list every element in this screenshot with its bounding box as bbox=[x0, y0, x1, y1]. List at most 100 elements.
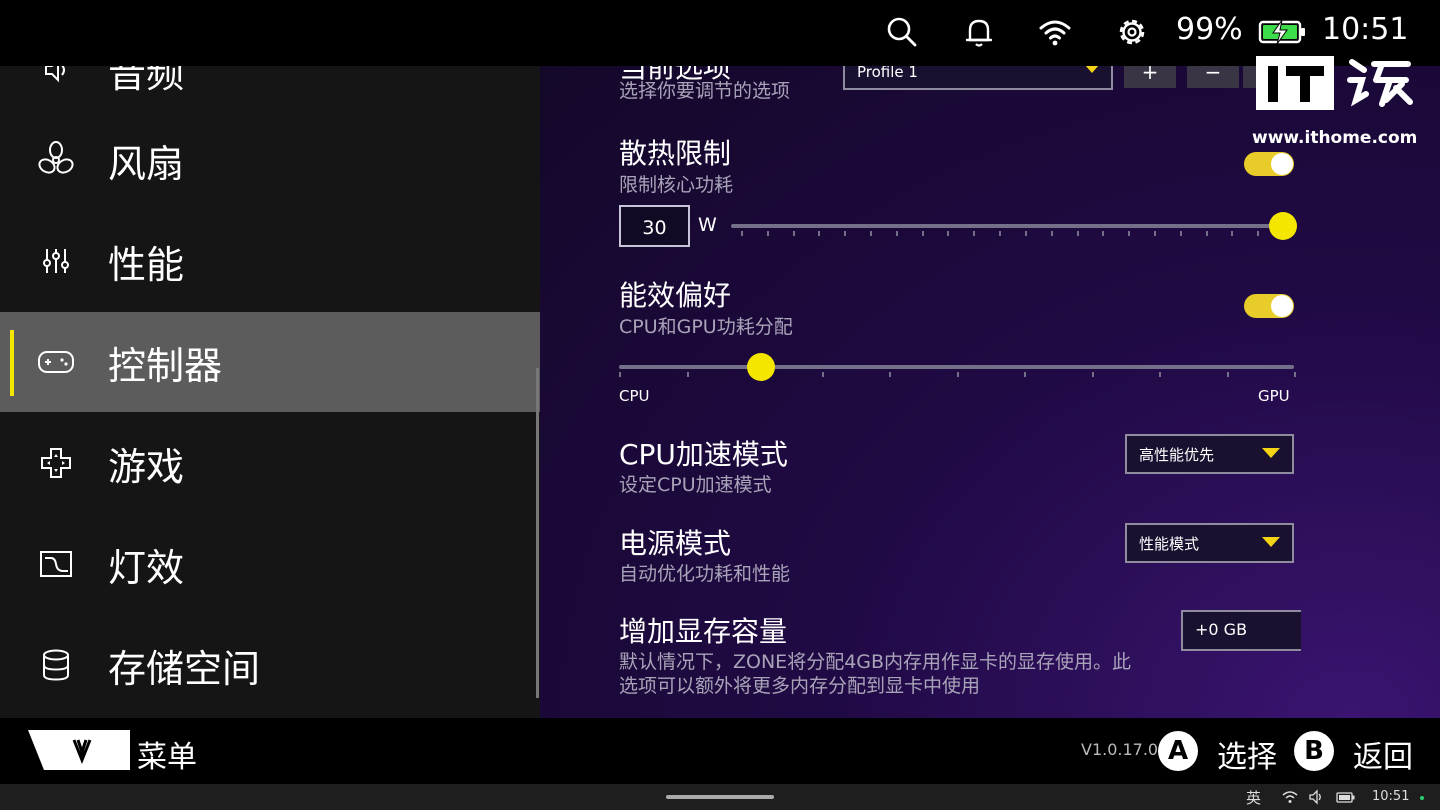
remove-profile-button[interactable]: − bbox=[1187, 66, 1239, 88]
slider-tick bbox=[1257, 231, 1260, 236]
power-mode-dropdown[interactable]: 性能模式 bbox=[1125, 523, 1294, 563]
sidebar-item-performance[interactable]: 性能 bbox=[0, 211, 540, 311]
bottom-bar: 菜单 V1.0.17.0 A 选择 B 返回 bbox=[0, 718, 1440, 784]
slider-tick bbox=[999, 231, 1002, 236]
home-indicator[interactable] bbox=[666, 795, 774, 799]
light-effect-icon bbox=[36, 544, 76, 584]
slider-tick bbox=[1076, 231, 1079, 236]
slider-tick bbox=[1226, 372, 1229, 377]
vram-value-box[interactable]: +0 GB bbox=[1181, 610, 1301, 651]
bell-icon[interactable] bbox=[961, 14, 997, 50]
sidebar-item-games[interactable]: 游戏 bbox=[0, 413, 540, 513]
efficiency-title: 能效偏好 bbox=[619, 279, 732, 312]
thermal-limit-toggle[interactable] bbox=[1244, 152, 1294, 176]
menu-badge-icon[interactable] bbox=[28, 730, 130, 770]
sidebar-scrollbar[interactable] bbox=[536, 368, 539, 698]
power-mode-dropdown-value: 性能模式 bbox=[1139, 535, 1200, 553]
input-method-indicator[interactable]: 英 bbox=[1246, 787, 1261, 808]
a-button-icon: A bbox=[1158, 731, 1198, 771]
vram-subtitle-line2: 选项可以额外将更多内存分配到显卡中使用 bbox=[619, 675, 981, 697]
slider-tick bbox=[1153, 231, 1156, 236]
cpu-boost-title: CPU加速模式 bbox=[619, 438, 788, 471]
profile-dropdown-value: Profile 1 bbox=[857, 66, 918, 81]
search-icon[interactable] bbox=[884, 14, 920, 50]
menu-label[interactable]: 菜单 bbox=[137, 732, 197, 776]
settings-panel: 当前选项 选择你要调节的选项 Profile 1 + − 散热限制 限制核心功耗… bbox=[540, 66, 1440, 718]
power-mode-title: 电源模式 bbox=[619, 527, 732, 560]
profile-dropdown[interactable]: Profile 1 bbox=[843, 66, 1113, 90]
toggle-knob bbox=[1271, 295, 1293, 317]
slider-tick bbox=[1050, 231, 1053, 236]
slider-tick bbox=[1179, 231, 1182, 236]
battery-icon[interactable] bbox=[1336, 789, 1356, 805]
sidebar-item-fan[interactable]: 风扇 bbox=[0, 110, 540, 210]
select-hint[interactable]: 选择 bbox=[1217, 732, 1277, 776]
slider-tick bbox=[1231, 231, 1234, 236]
system-taskbar: 英 10:51 bbox=[0, 784, 1440, 810]
slider-tick bbox=[619, 372, 621, 377]
vram-title: 增加显存容量 bbox=[619, 615, 788, 648]
slider-tick bbox=[921, 231, 924, 236]
sidebar-item-label: 游戏 bbox=[108, 444, 185, 489]
thermal-limit-slider-thumb[interactable] bbox=[1269, 212, 1297, 240]
sidebar-item-controller[interactable]: 控制器 bbox=[0, 312, 540, 412]
slider-tick bbox=[821, 372, 824, 377]
slider-tick bbox=[1205, 231, 1208, 236]
gamepad-icon bbox=[36, 342, 76, 382]
sidebar-item-storage[interactable]: 存储空间 bbox=[0, 615, 540, 715]
slider-tick bbox=[973, 231, 976, 236]
vram-subtitle-line1: 默认情况下，ZONE将分配4GB内存用作显卡的显存使用。此 bbox=[619, 651, 1132, 673]
slider-tick bbox=[818, 231, 821, 236]
slider-tick bbox=[956, 372, 959, 377]
sidebar-item-label: 音频 bbox=[108, 66, 185, 96]
vram-value: +0 GB bbox=[1195, 620, 1248, 639]
slider-tick bbox=[1159, 372, 1161, 377]
slider-tick bbox=[1024, 372, 1026, 377]
status-bar: 99% 10:51 bbox=[0, 0, 1440, 66]
efficiency-toggle[interactable] bbox=[1244, 294, 1294, 318]
wifi-icon[interactable] bbox=[1282, 789, 1298, 805]
sidebar: 音频 风扇 性能 控制器 游戏 灯效 存储空间 bbox=[0, 66, 540, 718]
back-hint[interactable]: 返回 bbox=[1353, 732, 1413, 776]
version-label: V1.0.17.0 bbox=[1081, 740, 1159, 759]
efficiency-right-label: GPU bbox=[1258, 387, 1290, 405]
slider-tick bbox=[766, 231, 769, 236]
profile-subtitle: 选择你要调节的选项 bbox=[619, 80, 791, 102]
slider-tick bbox=[844, 231, 847, 236]
sidebar-item-label: 存储空间 bbox=[108, 646, 261, 691]
add-profile-button[interactable]: + bbox=[1124, 66, 1176, 88]
sidebar-item-lighting[interactable]: 灯效 bbox=[0, 514, 540, 614]
chevron-down-icon bbox=[1262, 537, 1280, 547]
efficiency-slider-thumb[interactable] bbox=[746, 353, 775, 381]
thermal-limit-slider[interactable] bbox=[731, 224, 1283, 228]
slider-tick bbox=[741, 231, 743, 236]
cpu-boost-dropdown[interactable]: 高性能优先 bbox=[1125, 434, 1294, 474]
battery-charging-icon bbox=[1258, 19, 1305, 45]
database-icon bbox=[36, 645, 76, 685]
audio-icon bbox=[36, 66, 76, 90]
thermal-limit-value-box[interactable]: 30 bbox=[619, 205, 690, 247]
sidebar-item-label: 控制器 bbox=[108, 343, 223, 388]
efficiency-slider[interactable] bbox=[619, 365, 1294, 369]
wifi-icon[interactable] bbox=[1037, 14, 1073, 50]
b-button-icon: B bbox=[1294, 731, 1334, 771]
notification-dot bbox=[1420, 796, 1424, 800]
chevron-down-icon bbox=[1085, 66, 1099, 73]
efficiency-left-label: CPU bbox=[619, 387, 650, 405]
slider-tick bbox=[1128, 231, 1131, 236]
watermark-url: www.ithome.com bbox=[1252, 128, 1418, 148]
thermal-limit-subtitle: 限制核心功耗 bbox=[619, 174, 734, 196]
clock: 10:51 bbox=[1322, 12, 1409, 47]
taskbar-clock: 10:51 bbox=[1372, 789, 1410, 804]
gear-icon[interactable] bbox=[1114, 14, 1150, 50]
battery-percent: 99% bbox=[1176, 12, 1243, 47]
slider-tick bbox=[870, 231, 873, 236]
sidebar-item-label: 性能 bbox=[108, 242, 185, 287]
speaker-icon[interactable] bbox=[1308, 789, 1324, 805]
sidebar-item-label: 灯效 bbox=[108, 545, 185, 590]
power-mode-subtitle: 自动优化功耗和性能 bbox=[619, 563, 791, 585]
ithome-watermark: www.ithome.com bbox=[1252, 54, 1422, 154]
efficiency-subtitle: CPU和GPU功耗分配 bbox=[619, 316, 793, 338]
cpu-boost-subtitle: 设定CPU加速模式 bbox=[619, 474, 772, 496]
thermal-limit-value: 30 bbox=[642, 217, 667, 239]
